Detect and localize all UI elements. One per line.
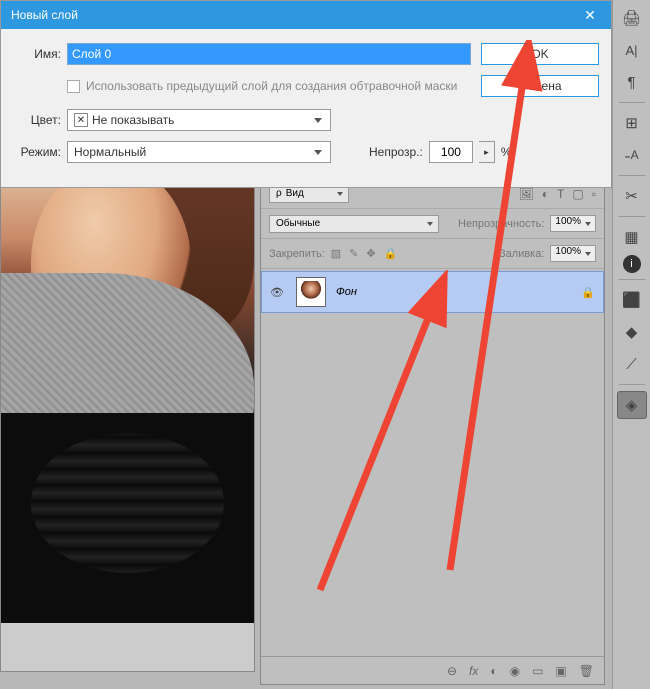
blend-mode-select[interactable]: Обычные: [269, 215, 439, 233]
right-toolbar: 🖨 A| ¶ ⊞ ₌A ✂ ▦ i ⬛ ◆ ⟋ ◈: [612, 0, 650, 689]
clipping-mask-label: Использовать предыдущий слой для создани…: [86, 79, 457, 93]
color-label: Цвет:: [13, 113, 61, 127]
mode-select[interactable]: Нормальный: [67, 141, 331, 163]
lock-transparent-icon[interactable]: ▨: [331, 247, 341, 260]
tool-swatches-icon[interactable]: ▦: [617, 223, 647, 251]
lock-label: Закрепить:: [269, 248, 325, 260]
filter-type-icon[interactable]: T: [557, 187, 564, 201]
percent-sign: %: [501, 145, 512, 159]
tool-path-icon[interactable]: ⟋: [617, 350, 647, 378]
adjustment-icon[interactable]: ◉: [510, 664, 520, 678]
layer-thumbnail[interactable]: [296, 277, 326, 307]
layer-name-input[interactable]: [67, 43, 471, 65]
filter-smart-icon[interactable]: ▫: [592, 187, 596, 201]
trash-icon[interactable]: 🗑: [579, 664, 594, 678]
tool-char-style-icon[interactable]: ₌A: [617, 141, 647, 169]
lock-move-icon[interactable]: ✥: [366, 247, 375, 260]
layer-fill-input[interactable]: 100%: [550, 245, 596, 262]
tool-stamp-icon[interactable]: 🖨: [617, 4, 647, 32]
close-button[interactable]: ✕: [569, 1, 611, 29]
layer-opacity-input[interactable]: 100%: [550, 215, 596, 232]
filter-image-icon[interactable]: 🖼: [519, 187, 534, 201]
tool-layers-icon[interactable]: ◈: [617, 391, 647, 419]
tool-paragraph-icon[interactable]: ¶: [617, 68, 647, 96]
layer-row-background[interactable]: 👁 Фон 🔒: [261, 271, 604, 313]
fx-icon[interactable]: fx: [469, 664, 478, 678]
filter-adjust-icon[interactable]: ◐: [542, 187, 549, 201]
tool-3d-icon[interactable]: ⬛: [617, 286, 647, 314]
opacity-label: Непрозр.:: [369, 145, 423, 159]
lock-paint-icon[interactable]: ✎: [349, 247, 358, 260]
mask-icon[interactable]: ◐: [490, 664, 497, 678]
color-select[interactable]: ✕ Не показывать: [67, 109, 331, 131]
mode-label: Режим:: [13, 145, 61, 159]
opacity-input[interactable]: [429, 141, 473, 163]
layers-panel: Слои ≡ ρВид 🖼 ◐ T ▢ ▫ Обычные Непрозрачн…: [260, 152, 605, 685]
tool-glyph-icon[interactable]: ⊞: [617, 109, 647, 137]
tool-character-icon[interactable]: A|: [617, 36, 647, 64]
new-layer-icon[interactable]: ▣: [555, 664, 566, 678]
x-icon: ✕: [74, 113, 88, 127]
fill-label: Заливка:: [499, 248, 544, 260]
filter-shape-icon[interactable]: ▢: [572, 187, 583, 201]
new-layer-dialog: Новый слой ✕ Имя: OK Использовать предыд…: [0, 0, 612, 188]
document-image: [1, 153, 254, 623]
group-icon[interactable]: ▭: [532, 664, 543, 678]
link-icon[interactable]: ⊖: [447, 664, 457, 678]
tool-info-icon[interactable]: i: [623, 255, 641, 273]
lock-icon: 🔒: [581, 286, 595, 299]
close-icon: ✕: [584, 7, 596, 24]
canvas-area[interactable]: [0, 152, 255, 672]
dialog-title: Новый слой: [11, 8, 78, 22]
dialog-body: Имя: OK Использовать предыдущий слой для…: [1, 29, 611, 187]
ok-button[interactable]: OK: [481, 43, 599, 65]
tool-shape3d-icon[interactable]: ◆: [617, 318, 647, 346]
tool-crossed-icon[interactable]: ✂: [617, 182, 647, 210]
filter-icons: 🖼 ◐ T ▢ ▫: [519, 187, 596, 201]
cancel-button[interactable]: Отмена: [481, 75, 599, 97]
opacity-spinner[interactable]: ▸: [479, 141, 495, 163]
opacity-panel-label: Непрозрачность:: [458, 218, 544, 230]
clipping-mask-checkbox: [67, 80, 80, 93]
visibility-icon[interactable]: 👁: [270, 286, 286, 299]
name-label: Имя:: [13, 47, 61, 61]
lock-all-icon[interactable]: 🔒: [384, 247, 398, 260]
layer-name-label: Фон: [336, 286, 357, 298]
layers-footer: ⊖ fx ◐ ◉ ▭ ▣ 🗑: [261, 656, 604, 684]
dialog-titlebar[interactable]: Новый слой ✕: [1, 1, 611, 29]
